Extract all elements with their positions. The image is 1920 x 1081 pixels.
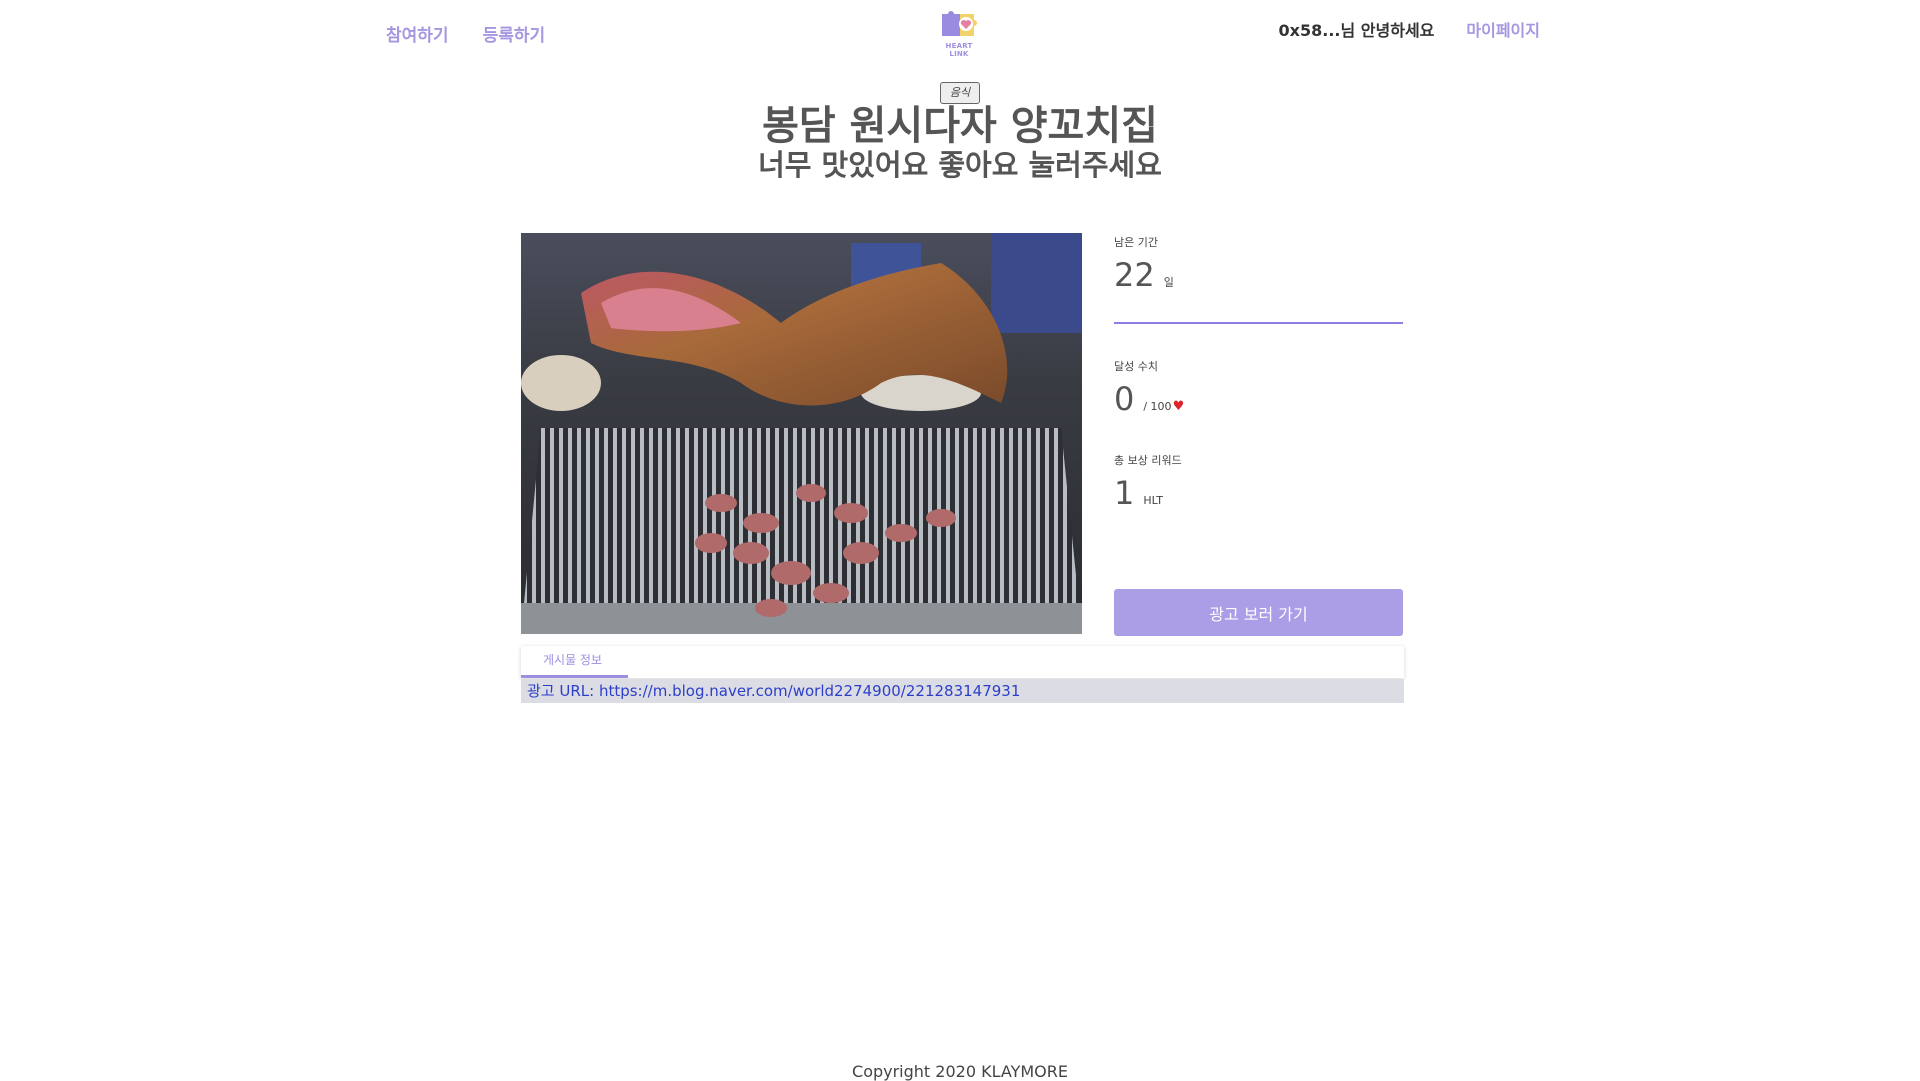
achievement-value: 0 [1114, 380, 1135, 418]
puzzle-heart-icon [942, 11, 977, 36]
post-info-tabs: 게시물 정보 [521, 646, 1404, 678]
nav-register-link[interactable]: 등록하기 [483, 21, 546, 46]
stats-divider [1114, 322, 1403, 324]
footer-copyright: Copyright 2020 KLAYMORE [852, 1062, 1068, 1081]
main-nav: 참여하기 등록하기 [386, 21, 545, 46]
remaining-period: 남은 기간 22 일 [1114, 234, 1403, 294]
reward-label: 총 보상 리워드 [1114, 454, 1182, 467]
heart-link-logo[interactable]: HEART LINK [936, 8, 982, 58]
tab-post-info[interactable]: 게시물 정보 [543, 651, 602, 668]
remaining-label: 남은 기간 [1114, 236, 1158, 249]
campaign-stats: 남은 기간 22 일 달성 수치 0 / 100 ♥ 총 보상 리워드 1 HL… [1114, 233, 1403, 512]
ad-url-link[interactable]: 광고 URL: https://m.blog.naver.com/world22… [521, 682, 1020, 700]
mypage-link[interactable]: 마이페이지 [1466, 17, 1540, 41]
post-title: 봉담 원시다자 양꼬치집 [762, 103, 1158, 149]
view-ad-button[interactable]: 광고 보러 가기 [1114, 589, 1403, 636]
reward-unit: HLT [1143, 494, 1163, 507]
post-image [521, 233, 1082, 634]
user-greeting: 0x58...님 안녕하세요 [1278, 21, 1435, 40]
achievement: 달성 수치 0 / 100 ♥ [1114, 358, 1403, 418]
reward-value: 1 [1114, 474, 1135, 512]
heart-icon: ♥ [1172, 399, 1185, 414]
user-nav: 0x58...님 안녕하세요 마이페이지 [1279, 17, 1540, 41]
ad-url-row: 광고 URL: https://m.blog.naver.com/world22… [521, 679, 1404, 703]
achievement-unit: / 100 [1143, 400, 1172, 413]
total-reward: 총 보상 리워드 1 HLT [1114, 452, 1403, 512]
achievement-label: 달성 수치 [1114, 360, 1158, 373]
category-badge: 음식 [940, 82, 980, 104]
post-subtitle: 너무 맛있어요 좋아요 눌러주세요 [758, 148, 1162, 182]
logo-text: HEART LINK [945, 42, 973, 58]
remaining-value: 22 [1114, 256, 1155, 294]
tab-active-indicator [521, 675, 628, 678]
nav-participate-link[interactable]: 참여하기 [386, 21, 449, 46]
remaining-unit: 일 [1163, 276, 1174, 289]
